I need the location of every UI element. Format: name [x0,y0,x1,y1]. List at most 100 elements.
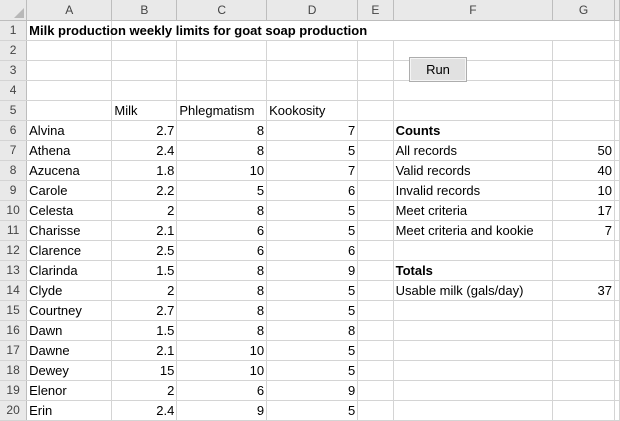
row-header[interactable]: 20 [0,400,28,421]
cell-h5[interactable] [614,100,620,121]
cell-a3[interactable] [26,60,113,81]
goat-name-cell[interactable]: Dawn [26,320,113,341]
cell-g6[interactable] [552,120,615,141]
kookosity-cell[interactable]: 5 [266,340,359,361]
phlegmatism-cell[interactable]: 8 [176,320,268,341]
cell-h2[interactable] [614,40,620,61]
phlegmatism-cell[interactable]: 8 [176,260,268,281]
cell-e16[interactable] [357,320,394,341]
milk-cell[interactable]: 2.1 [111,220,178,241]
phlegmatism-cell[interactable]: 10 [176,340,268,361]
counts-value[interactable]: 40 [552,160,615,181]
row-header[interactable]: 1 [0,20,28,41]
cell-h20[interactable] [614,400,620,421]
phlegmatism-cell[interactable]: 8 [176,200,268,221]
cell-h15[interactable] [614,300,620,321]
cell-c2[interactable] [176,40,268,61]
cell-g4[interactable] [552,80,615,101]
milk-cell[interactable]: 1.5 [111,320,178,341]
phlegmatism-cell[interactable]: 5 [176,180,268,201]
cell-e14[interactable] [357,280,394,301]
milk-cell[interactable]: 2.4 [111,140,178,161]
row-header[interactable]: 19 [0,380,28,401]
kookosity-cell[interactable]: 6 [266,180,359,201]
goat-name-cell[interactable]: Courtney [26,300,113,321]
cell-e13[interactable] [357,260,394,281]
milk-cell[interactable]: 1.8 [111,160,178,181]
cell-f12[interactable] [393,240,554,261]
phlegmatism-cell[interactable]: 10 [176,160,268,181]
cell-g1[interactable] [552,20,615,41]
phlegmatism-cell[interactable]: 10 [176,360,268,381]
kookosity-cell[interactable]: 9 [266,380,359,401]
cell-e9[interactable] [357,180,394,201]
cell-c3[interactable] [176,60,268,81]
column-header-e[interactable]: E [357,0,394,21]
milk-cell[interactable]: 2.7 [111,300,178,321]
cell-g18[interactable] [552,360,615,381]
kookosity-cell[interactable]: 5 [266,400,359,421]
cell-f5[interactable] [393,100,554,121]
totals-value[interactable]: 37 [552,280,615,301]
milk-cell[interactable]: 1.5 [111,260,178,281]
row-header[interactable]: 9 [0,180,28,201]
cell-h7[interactable] [614,140,620,161]
phlegmatism-cell[interactable]: 8 [176,140,268,161]
cell-h4[interactable] [614,80,620,101]
cell-e3[interactable] [357,60,394,81]
cell-h11[interactable] [614,220,620,241]
milk-cell[interactable]: 15 [111,360,178,381]
goat-name-cell[interactable]: Carole [26,180,113,201]
row-header[interactable]: 16 [0,320,28,341]
row-header[interactable]: 12 [0,240,28,261]
milk-cell[interactable]: 2.7 [111,120,178,141]
counts-label[interactable]: Meet criteria and kookie [393,220,554,241]
kookosity-cell[interactable]: 9 [266,260,359,281]
run-button[interactable]: Run [409,57,467,82]
cell-h13[interactable] [614,260,620,281]
column-header-f[interactable]: F [393,0,554,21]
goat-name-cell[interactable]: Athena [26,140,113,161]
kookosity-cell[interactable]: 6 [266,240,359,261]
row-header[interactable]: 13 [0,260,28,281]
goat-name-cell[interactable]: Elenor [26,380,113,401]
cell-h10[interactable] [614,200,620,221]
cell-g2[interactable] [552,40,615,61]
cell-e2[interactable] [357,40,394,61]
cell-f1[interactable] [393,20,553,41]
cell-a5[interactable] [26,100,113,121]
cell-c4[interactable] [176,80,268,101]
phlegmatism-cell[interactable]: 6 [176,380,268,401]
cell-a2[interactable] [26,40,113,61]
counts-heading[interactable]: Counts [393,120,554,141]
row-header[interactable]: 11 [0,220,28,241]
cell-h18[interactable] [614,360,620,381]
milk-cell[interactable]: 2.5 [111,240,178,261]
milk-cell[interactable]: 2 [111,280,178,301]
cell-h14[interactable] [614,280,620,301]
cell-g12[interactable] [552,240,615,261]
cell-f18[interactable] [393,360,554,381]
goat-name-cell[interactable]: Dawne [26,340,113,361]
totals-heading[interactable]: Totals [393,260,554,281]
row-header[interactable]: 14 [0,280,28,301]
cell-d3[interactable] [266,60,359,81]
counts-label[interactable]: Meet criteria [393,200,554,221]
phlegmatism-cell[interactable]: 8 [176,300,268,321]
counts-label[interactable]: Valid records [393,160,554,181]
kookosity-cell[interactable]: 7 [266,160,359,181]
row-header[interactable]: 3 [0,60,28,81]
row-header[interactable]: 10 [0,200,28,221]
cell-h6[interactable] [614,120,620,141]
column-header-g[interactable]: G [552,0,615,21]
cell-f20[interactable] [393,400,554,421]
title-cell[interactable]: Milk production weekly limits for goat s… [26,20,367,41]
cell-g5[interactable] [552,100,615,121]
cell-h19[interactable] [614,380,620,401]
column-header-c[interactable]: C [176,0,268,21]
goat-name-cell[interactable]: Charisse [26,220,113,241]
goat-name-cell[interactable]: Clarence [26,240,113,261]
cell-f19[interactable] [393,380,554,401]
spreadsheet-grid[interactable]: A B C D E F G 1 Milk production weekly limits fo… [0,0,620,421]
goat-name-cell[interactable]: Clarinda [26,260,113,281]
